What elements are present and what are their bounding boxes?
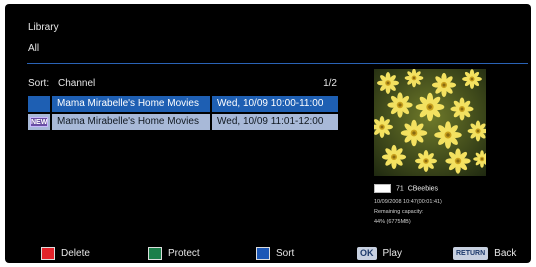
recording-date: Wed, 10/09 11:01-12:00 bbox=[212, 114, 338, 130]
recording-info: 10/09/2008 10:47(00:01:41) Remaining cap… bbox=[374, 197, 442, 227]
sort-label: Sort bbox=[276, 248, 295, 260]
back-label: Back bbox=[494, 248, 517, 260]
sort-key[interactable]: Sort bbox=[256, 247, 294, 261]
sort-row: Sort: Channel 1/2 bbox=[28, 78, 337, 92]
protect-key[interactable]: Protect bbox=[148, 247, 200, 261]
return-button-icon: RETURN bbox=[453, 247, 489, 260]
delete-key[interactable]: Delete bbox=[41, 247, 90, 261]
recording-title: Mama Mirabelle's Home Movies bbox=[52, 96, 210, 112]
channel-name: CBeebies bbox=[407, 185, 439, 193]
play-label: Play bbox=[382, 248, 402, 260]
divider bbox=[27, 63, 528, 64]
badge-cell: NEW bbox=[28, 114, 50, 130]
tv-screen: Library All Sort: Channel 1/2 Mama Mirab… bbox=[5, 4, 531, 263]
capacity-value: 44% (6775MB) bbox=[374, 219, 411, 225]
recording-timestamp: 10/09/2008 10:47(00:01:41) bbox=[374, 199, 442, 205]
recording-row[interactable]: Mama Mirabelle's Home Movies Wed, 10/09 … bbox=[28, 96, 338, 112]
delete-label: Delete bbox=[61, 248, 90, 260]
badge-cell bbox=[28, 96, 50, 112]
filter-label: All bbox=[28, 43, 40, 54]
sort-value[interactable]: Channel bbox=[58, 78, 95, 89]
back-key[interactable]: RETURN Back bbox=[453, 247, 516, 261]
flowers-image bbox=[374, 69, 486, 176]
sort-label: Sort: bbox=[28, 78, 50, 89]
new-badge: NEW bbox=[30, 117, 48, 127]
play-key[interactable]: OK Play bbox=[357, 247, 402, 261]
ok-button-icon: OK bbox=[357, 247, 377, 260]
capacity-label: Remaining capacity: bbox=[374, 209, 424, 215]
page-indicator: 1/2 bbox=[323, 78, 337, 89]
green-button-icon bbox=[148, 247, 162, 260]
blue-button-icon bbox=[256, 247, 270, 260]
recording-list: Mama Mirabelle's Home Movies Wed, 10/09 … bbox=[28, 96, 338, 132]
page-title: Library bbox=[28, 22, 59, 33]
preview-thumbnail bbox=[374, 69, 486, 176]
red-button-icon bbox=[41, 247, 55, 260]
recording-row[interactable]: NEW Mama Mirabelle's Home Movies Wed, 10… bbox=[28, 114, 338, 130]
button-bar: Delete Protect Sort OK Play RETURN Back bbox=[5, 247, 531, 263]
channel-logo-icon bbox=[374, 184, 391, 193]
recording-title: Mama Mirabelle's Home Movies bbox=[52, 114, 210, 130]
channel-info: 71 CBeebies bbox=[374, 184, 438, 193]
protect-label: Protect bbox=[168, 248, 200, 260]
recording-date: Wed, 10/09 10:00-11:00 bbox=[212, 96, 338, 112]
channel-number: 71 bbox=[396, 185, 404, 193]
